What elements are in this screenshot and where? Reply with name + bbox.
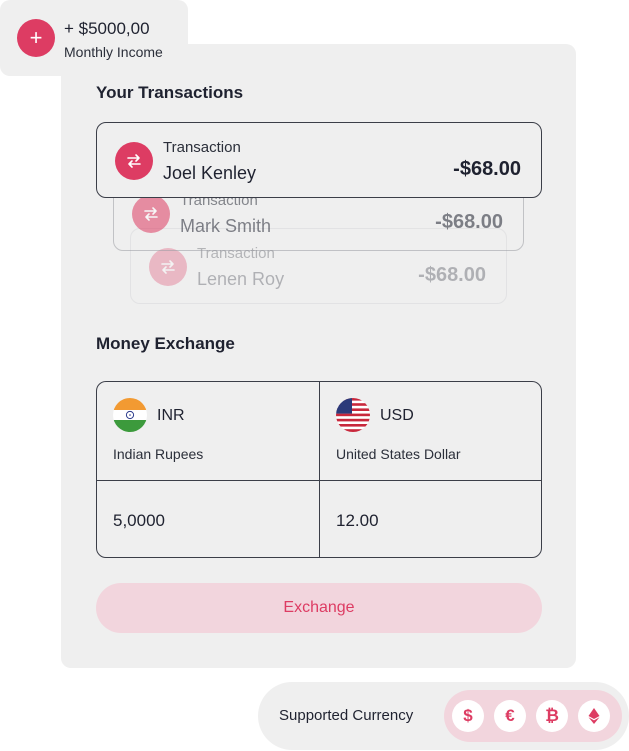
transaction-amount: -$68.00 xyxy=(453,158,521,180)
transaction-name: Joel Kenley xyxy=(163,163,257,183)
transaction-type-label: Transaction xyxy=(163,139,241,156)
exchange-button[interactable]: Exchange xyxy=(96,583,542,633)
euro-icon[interactable]: € xyxy=(494,700,526,732)
transaction-name: Mark Smith xyxy=(180,216,272,236)
to-currency-cell[interactable]: USD United States Dollar xyxy=(319,382,541,480)
swap-arrows-icon xyxy=(115,142,153,180)
to-amount-value: 12.00 xyxy=(336,511,379,530)
bitcoin-icon[interactable]: ₿ xyxy=(536,700,568,732)
to-currency-code: USD xyxy=(380,407,414,424)
transaction-name: Lenen Roy xyxy=(197,269,285,289)
from-amount-value: 5,0000 xyxy=(113,511,165,530)
transaction-card[interactable]: Transaction Joel Kenley -$68.00 xyxy=(96,122,542,198)
supported-currency-card: Supported Currency $ € ₿ xyxy=(258,682,629,750)
usa-flag-icon xyxy=(336,398,370,432)
swap-arrows-icon xyxy=(149,248,187,286)
from-currency-name: Indian Rupees xyxy=(113,446,204,462)
monthly-income-card: + + $5000,00 Monthly Income xyxy=(0,0,188,76)
transaction-amount: -$68.00 xyxy=(418,264,486,286)
plus-icon[interactable]: + xyxy=(17,19,55,57)
transaction-amount: -$68.00 xyxy=(435,211,503,233)
income-label: Monthly Income xyxy=(64,44,163,60)
to-amount-cell[interactable]: 12.00 xyxy=(319,480,541,557)
exchange-table: INR Indian Rupees USD United States Doll… xyxy=(96,381,542,558)
from-currency-code: INR xyxy=(157,407,185,424)
transactions-title: Your Transactions xyxy=(96,83,244,102)
india-flag-icon xyxy=(113,398,147,432)
currency-icons-pill: $ € ₿ xyxy=(444,690,622,742)
swap-arrows-icon xyxy=(132,195,170,233)
income-amount: + $5000,00 xyxy=(64,19,150,38)
ethereum-icon[interactable] xyxy=(578,700,610,732)
from-currency-cell[interactable]: INR Indian Rupees xyxy=(97,382,319,480)
from-amount-cell[interactable]: 5,0000 xyxy=(97,480,319,557)
money-exchange-title: Money Exchange xyxy=(96,334,235,353)
dollar-icon[interactable]: $ xyxy=(452,700,484,732)
to-currency-name: United States Dollar xyxy=(336,446,461,462)
supported-currency-label: Supported Currency xyxy=(279,707,414,724)
